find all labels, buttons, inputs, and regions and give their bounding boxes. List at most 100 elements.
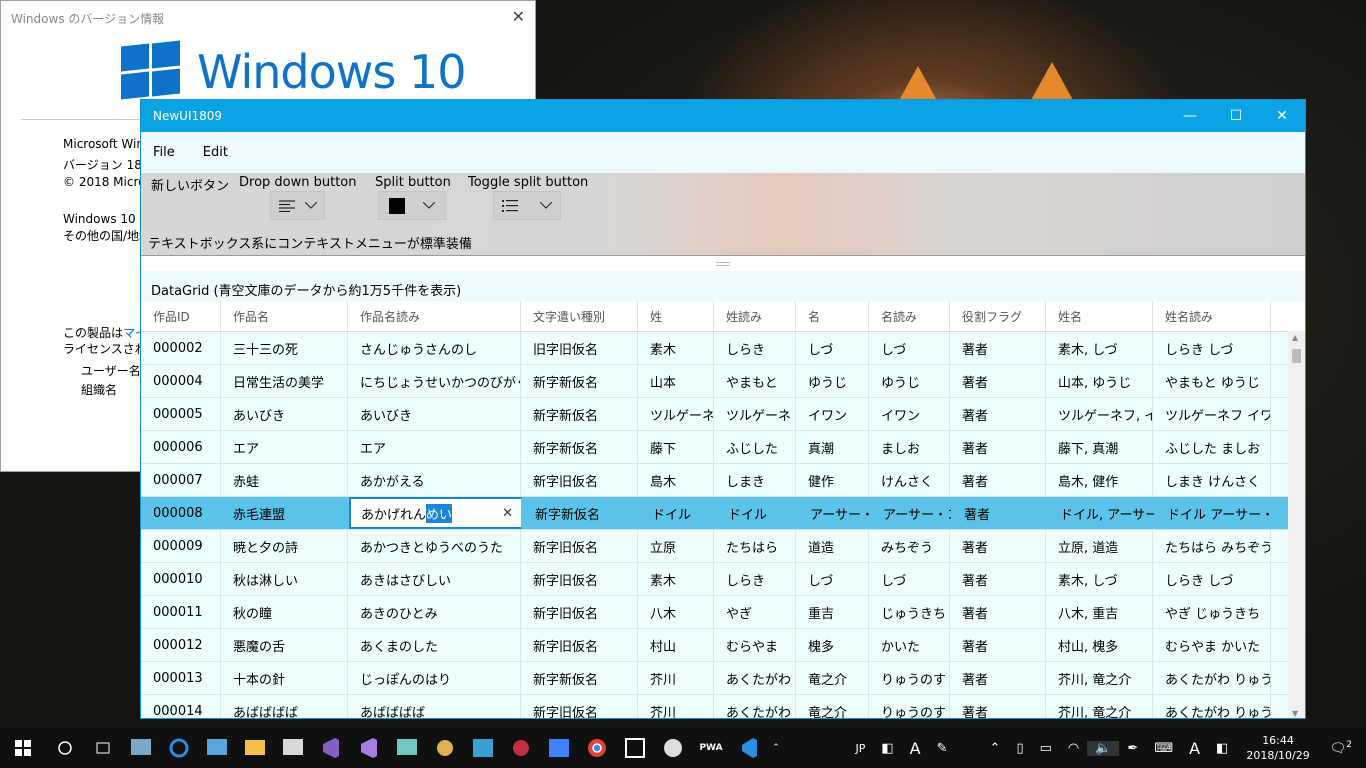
cell-given-yomi[interactable]: ましお — [869, 431, 950, 463]
cell-given[interactable]: 健作 — [796, 464, 869, 496]
cell-fullname[interactable]: 藤下, 真潮 — [1046, 431, 1153, 463]
cell-fullname-yomi[interactable]: あくたがわ りゅう — [1153, 695, 1271, 718]
cell-fullname-yomi[interactable]: たちはら みちぞう — [1153, 530, 1271, 562]
cell-surname-yomi[interactable]: やまもと — [714, 365, 796, 397]
table-row[interactable]: 000010 秋は淋しい あきはさびしい 新字旧仮名 素木 しらき しづ しづ 著者 素木, しづ… — [141, 563, 1305, 596]
cell-role[interactable]: 著者 — [950, 530, 1046, 562]
table-row[interactable]: 000012 悪魔の舌 あくまのした 新字旧仮名 村山 むらやま 槐多 かいた 著者 村山, 槐多… — [141, 629, 1305, 662]
column-header-id[interactable]: 作品ID — [141, 301, 221, 331]
tablet-icon[interactable]: ▯ — [1008, 741, 1031, 756]
app-icon-7[interactable] — [540, 728, 578, 768]
taskbar-scroll-icon[interactable]: ⌃ — [768, 728, 784, 768]
cell-given-yomi[interactable]: イワン — [869, 398, 950, 430]
cell-fullname[interactable]: 芥川, 竜之介 — [1046, 695, 1153, 718]
cell-surname-yomi[interactable]: しまき — [714, 464, 796, 496]
cell-kana-type[interactable]: 新字旧仮名 — [521, 530, 638, 562]
cell-kana-type[interactable]: 新字新仮名 — [521, 365, 638, 397]
task-view-icon[interactable] — [84, 728, 122, 768]
github-icon[interactable] — [654, 728, 692, 768]
app-icon-2[interactable] — [198, 728, 236, 768]
battery-icon[interactable]: ▭ — [1032, 741, 1060, 756]
cell-title-yomi[interactable]: あいびき — [348, 398, 521, 430]
cell-surname-yomi[interactable]: あくたがわ — [714, 695, 796, 718]
cell-title[interactable]: 秋は淋しい — [221, 563, 348, 595]
cell-given-yomi[interactable]: アーサー・コ — [871, 497, 952, 529]
scroll-thumb[interactable] — [1292, 349, 1301, 363]
cell-fullname-yomi[interactable]: あくたがわ りゅう — [1153, 662, 1271, 694]
cell-title[interactable]: あいびき — [221, 398, 348, 430]
cell-surname[interactable]: 八木 — [638, 596, 714, 628]
cell-kana-type[interactable]: 新字旧仮名 — [521, 464, 638, 496]
cell-surname-yomi[interactable]: たちはら — [714, 530, 796, 562]
cell-surname[interactable]: 素木 — [638, 332, 714, 364]
cell-title-yomi[interactable]: じっぽんのはり — [348, 662, 521, 694]
ime-mode-icon[interactable]: ◧ — [873, 741, 901, 756]
column-header-title-yomi[interactable]: 作品名読み — [348, 301, 521, 331]
cell-role[interactable]: 著者 — [950, 662, 1046, 694]
cell-fullname[interactable]: ドイル, アーサー — [1048, 497, 1155, 529]
cell-fullname[interactable]: ツルゲーネフ, イ — [1046, 398, 1153, 430]
cell-fullname-yomi[interactable]: しらき しづ — [1153, 332, 1271, 364]
file-explorer-icon[interactable] — [236, 728, 274, 768]
cell-kana-type[interactable]: 新字旧仮名 — [521, 629, 638, 661]
cell-surname-yomi[interactable]: あくたがわ — [714, 662, 796, 694]
cell-title-yomi[interactable]: あかつきとゆうべのうた — [348, 530, 521, 562]
maximize-button[interactable]: ☐ — [1213, 100, 1259, 132]
split-button[interactable] — [378, 191, 446, 220]
ime-icon-b[interactable]: ◧ — [1208, 741, 1236, 756]
cell-title[interactable]: 秋の瞳 — [221, 596, 348, 628]
cell-title-yomi[interactable]: あかがえる — [348, 464, 521, 496]
cell-kana-type[interactable]: 新字新仮名 — [521, 662, 638, 694]
cell-surname[interactable]: 島木 — [638, 464, 714, 496]
table-row[interactable]: 000006 エア エア 新字新仮名 藤下 ふじした 真潮 ましお 著者 藤下, 真潮 ふじした ま… — [141, 431, 1305, 464]
visual-studio-icon[interactable] — [312, 728, 350, 768]
cell-title[interactable]: 三十三の死 — [221, 332, 348, 364]
cell-surname-yomi[interactable]: ツルゲーネ — [714, 398, 796, 430]
cell-fullname-yomi[interactable]: やまもと ゆうじ — [1153, 365, 1271, 397]
keyboard-icon[interactable]: ⌨ — [1146, 741, 1181, 756]
notification-center-icon[interactable]: 🗨2 — [1320, 740, 1366, 756]
cell-given[interactable]: 道造 — [796, 530, 869, 562]
cell-title[interactable]: 赤毛連盟 — [221, 497, 348, 529]
cell-title-yomi[interactable]: あきのひとみ — [348, 596, 521, 628]
cell-surname-yomi[interactable]: むらやま — [714, 629, 796, 661]
cell-surname-yomi[interactable]: しらき — [714, 332, 796, 364]
cell-given[interactable]: ゆうじ — [796, 365, 869, 397]
scroll-up-icon[interactable]: ▲ — [1292, 333, 1298, 342]
cell-fullname[interactable]: 芥川, 竜之介 — [1046, 662, 1153, 694]
cell-title[interactable]: 暁と夕の詩 — [221, 530, 348, 562]
cell-surname[interactable]: ドイル — [640, 497, 716, 529]
clear-text-icon[interactable]: ✕ — [502, 506, 513, 521]
cell-id[interactable]: 000006 — [141, 431, 221, 463]
column-header-kana-type[interactable]: 文字遣い種別 — [521, 301, 638, 331]
cell-surname[interactable]: 立原 — [638, 530, 714, 562]
cell-id[interactable]: 000008 — [141, 497, 221, 529]
cell-fullname[interactable]: 村山, 槐多 — [1046, 629, 1153, 661]
cell-fullname[interactable]: 島木, 健作 — [1046, 464, 1153, 496]
column-header-surname[interactable]: 姓 — [638, 301, 714, 331]
cell-given-yomi[interactable]: かいた — [869, 629, 950, 661]
table-row[interactable]: 000014 あばばばば あばばばば 新字旧仮名 芥川 あくたがわ 竜之介 りゅうのす 著者 芥川… — [141, 695, 1305, 718]
cell-title-yomi[interactable]: あきはさびしい — [348, 563, 521, 595]
cell-given[interactable]: しづ — [796, 563, 869, 595]
cell-id[interactable]: 000004 — [141, 365, 221, 397]
cell-surname[interactable]: 素木 — [638, 563, 714, 595]
cell-given[interactable]: イワン — [796, 398, 869, 430]
cell-kana-type[interactable]: 新字旧仮名 — [521, 563, 638, 595]
search-circle-icon[interactable] — [46, 728, 84, 768]
cell-given[interactable]: アーサー・ — [798, 497, 871, 529]
cell-fullname-yomi[interactable]: やぎ じゅうきち — [1153, 596, 1271, 628]
cell-id[interactable]: 000011 — [141, 596, 221, 628]
cell-title[interactable]: 日常生活の美学 — [221, 365, 348, 397]
cell-role[interactable]: 著者 — [950, 464, 1046, 496]
cell-id[interactable]: 000012 — [141, 629, 221, 661]
cell-surname-yomi[interactable]: しらき — [714, 563, 796, 595]
cell-given[interactable]: 竜之介 — [796, 695, 869, 718]
show-hidden-icons-icon[interactable]: ⌃ — [956, 741, 1009, 756]
cell-title-yomi[interactable]: エア — [348, 431, 521, 463]
cell-title-yomi[interactable]: にちじょうせいかつのびがく — [348, 365, 521, 397]
cell-id[interactable]: 000013 — [141, 662, 221, 694]
cell-kana-type[interactable]: 新字新仮名 — [521, 431, 638, 463]
ime-input-mode[interactable]: A — [902, 739, 929, 758]
cell-surname[interactable]: 芥川 — [638, 662, 714, 694]
